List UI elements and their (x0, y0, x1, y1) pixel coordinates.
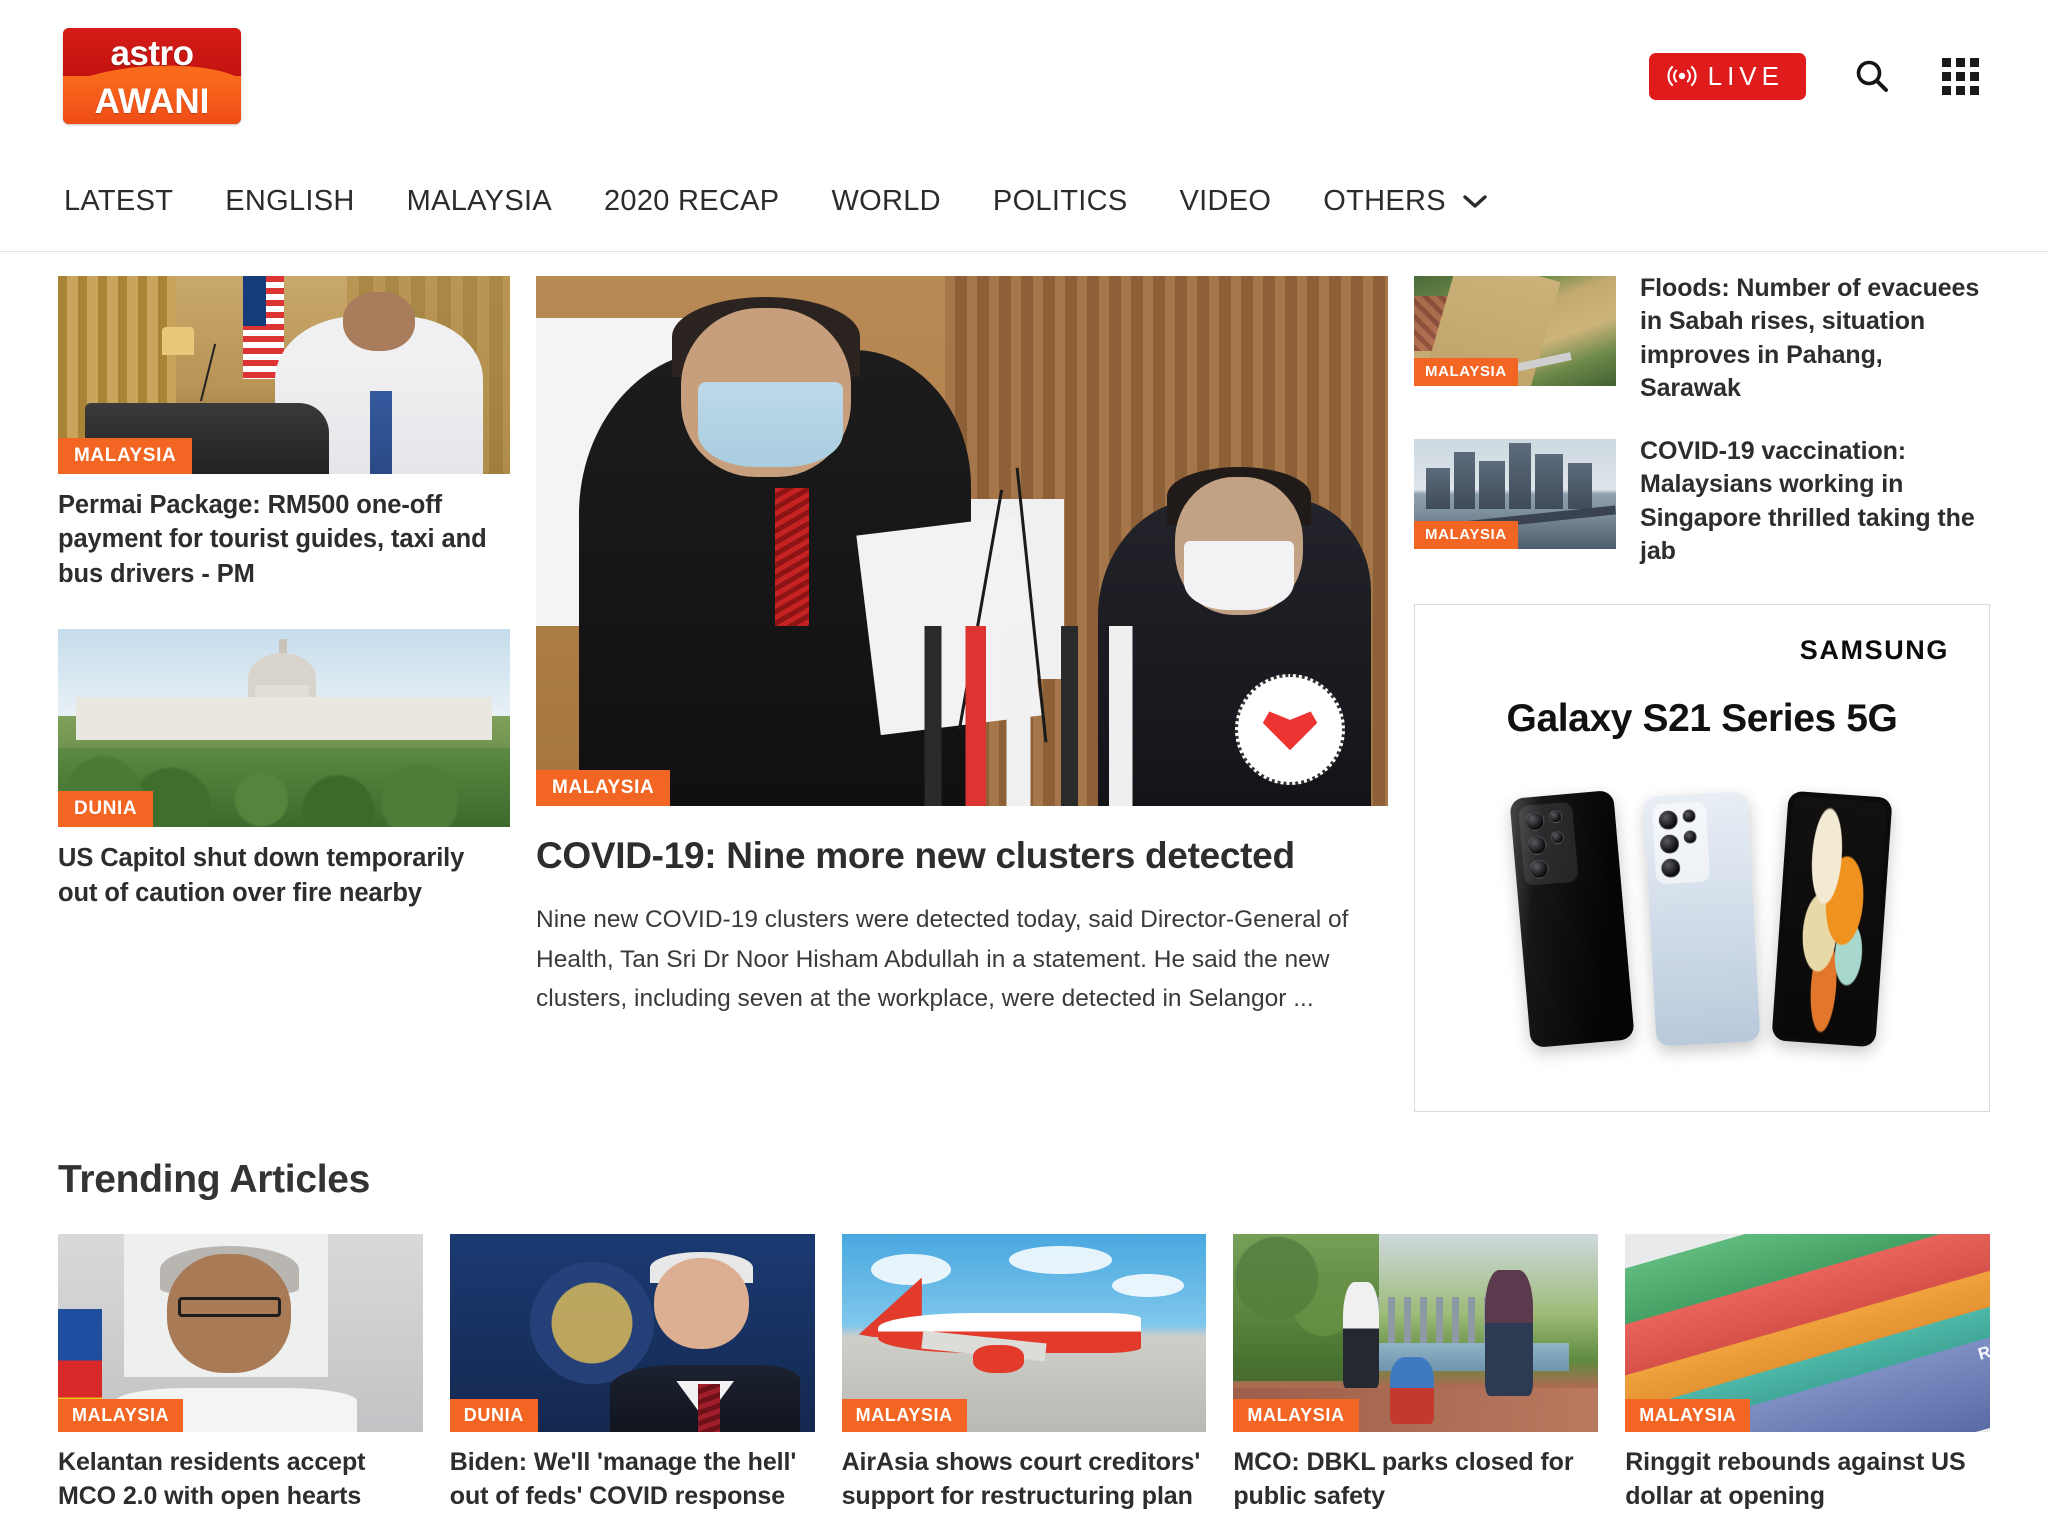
article-title[interactable]: Kelantan residents accept MCO 2.0 with o… (58, 1446, 423, 1513)
image-press-conference (536, 276, 1388, 806)
hero-article[interactable]: MALAYSIA COVID-19: Nine more new cluster… (536, 276, 1388, 1112)
hero-summary: Nine new COVID-19 clusters were detected… (536, 906, 1349, 1013)
site-header: astro AWANI LIVE (0, 0, 2048, 152)
nav-item-video[interactable]: VIDEO (1153, 181, 1297, 222)
article-thumbnail[interactable]: MALAYSIA (1233, 1234, 1599, 1432)
search-icon (1856, 60, 1888, 92)
logo-bottom-band: AWANI (63, 76, 241, 124)
hero-title[interactable]: COVID-19: Nine more new clusters detecte… (536, 832, 1388, 880)
trending-card-airasia[interactable]: MALAYSIA AirAsia shows court creditors' … (841, 1234, 1207, 1513)
nav-item-latest[interactable]: LATEST (58, 181, 199, 222)
article-title[interactable]: MCO: DBKL parks closed for public safety (1233, 1446, 1598, 1513)
nav-item-english[interactable]: ENGLISH (199, 181, 380, 222)
live-label: LIVE (1707, 61, 1784, 91)
article-title[interactable]: COVID-19 vaccination: Malaysians working… (1640, 435, 1990, 568)
article-card-vaccination[interactable]: MALAYSIA COVID-19 vaccination: Malaysian… (1414, 437, 1990, 568)
category-badge[interactable]: MALAYSIA (1414, 521, 1518, 549)
trending-grid: MALAYSIA Kelantan residents accept MCO 2… (58, 1234, 1990, 1513)
category-badge[interactable]: DUNIA (58, 791, 154, 828)
category-badge[interactable]: MALAYSIA (1625, 1399, 1751, 1432)
phone-black-back (1509, 789, 1635, 1049)
article-title[interactable]: US Capitol shut down temporarily out of … (58, 841, 510, 910)
note-label-10: RM 10 (1987, 1234, 1990, 1244)
search-button[interactable] (1850, 54, 1894, 98)
nav-list: LATEST ENGLISH MALAYSIA 2020 RECAP WORLD… (58, 181, 1514, 222)
nav-item-politics[interactable]: POLITICS (967, 181, 1154, 222)
article-title[interactable]: Floods: Number of evacuees in Sabah rise… (1640, 272, 1990, 405)
nav-item-malaysia[interactable]: MALAYSIA (381, 181, 578, 222)
article-title[interactable]: Biden: We'll 'manage the hell' out of fe… (450, 1446, 815, 1513)
nav-item-2020-recap[interactable]: 2020 RECAP (578, 181, 806, 222)
category-badge[interactable]: MALAYSIA (58, 438, 193, 474)
article-title[interactable]: Ringgit rebounds against US dollar at op… (1625, 1446, 1990, 1513)
article-thumbnail[interactable]: MALAYSIA (1414, 276, 1616, 386)
left-article-column: MALAYSIA Permai Package: RM500 one-off p… (58, 276, 510, 1112)
trending-section: Trending Articles MALAYSIA Kelantan resi… (0, 1112, 2048, 1513)
right-article-column: MALAYSIA Floods: Number of evacuees in S… (1414, 274, 1990, 1112)
advertisement-samsung[interactable]: SAMSUNG Galaxy S21 Series 5G (1414, 604, 1990, 1112)
trending-heading: Trending Articles (58, 1158, 371, 1201)
trending-card-ringgit[interactable]: RM 5 RM 10 RM 20 RM 50 RM 100 MALAYSIA R… (1625, 1234, 1990, 1513)
article-thumbnail[interactable]: DUNIA (58, 629, 510, 828)
nav-item-others[interactable]: OTHERS (1297, 181, 1514, 222)
article-card-floods[interactable]: MALAYSIA Floods: Number of evacuees in S… (1414, 274, 1990, 405)
astro-awani-logo[interactable]: astro AWANI (63, 28, 241, 124)
article-thumbnail[interactable]: MALAYSIA (58, 276, 510, 474)
category-badge[interactable]: MALAYSIA (1414, 358, 1518, 386)
article-card-us-capitol[interactable]: DUNIA US Capitol shut down temporarily o… (58, 629, 510, 910)
category-badge[interactable]: MALAYSIA (1233, 1399, 1359, 1432)
logo-bottom-text: AWANI (94, 81, 210, 121)
category-badge[interactable]: MALAYSIA (536, 770, 671, 806)
main-content: MALAYSIA Permai Package: RM500 one-off p… (0, 252, 2048, 1112)
article-card-permai[interactable]: MALAYSIA Permai Package: RM500 one-off p… (58, 276, 510, 591)
article-title[interactable]: Permai Package: RM500 one-off payment fo… (58, 488, 510, 591)
broadcast-icon (1667, 65, 1697, 87)
ad-product-image (1415, 765, 1989, 1073)
chevron-down-icon (1463, 194, 1487, 208)
header-actions: LIVE (1648, 52, 1990, 100)
article-thumbnail[interactable]: MALAYSIA (58, 1234, 423, 1432)
trending-card-dbkl-parks[interactable]: MALAYSIA MCO: DBKL parks closed for publ… (1233, 1234, 1599, 1513)
article-thumbnail[interactable]: MALAYSIA (841, 1234, 1207, 1432)
phone-silver-back (1643, 791, 1761, 1047)
apps-button[interactable] (1938, 54, 1982, 98)
ad-headline: Galaxy S21 Series 5G (1506, 697, 1898, 740)
article-thumbnail[interactable]: RM 5 RM 10 RM 20 RM 50 RM 100 MALAYSIA (1625, 1234, 1990, 1432)
article-title[interactable]: AirAsia shows court creditors' support f… (842, 1446, 1207, 1513)
article-thumbnail[interactable]: DUNIA (449, 1234, 815, 1432)
phone-front-display (1771, 790, 1893, 1048)
category-badge[interactable]: DUNIA (449, 1399, 538, 1432)
trending-card-kelantan[interactable]: MALAYSIA Kelantan residents accept MCO 2… (58, 1234, 423, 1513)
nav-item-world[interactable]: WORLD (805, 181, 966, 222)
logo-top-text: astro (110, 33, 194, 73)
main-navigation: LATEST ENGLISH MALAYSIA 2020 RECAP WORLD… (0, 152, 2048, 252)
trending-card-biden[interactable]: DUNIA Biden: We'll 'manage the hell' out… (449, 1234, 815, 1513)
hero-thumbnail[interactable]: MALAYSIA (536, 276, 1388, 806)
samsung-wordmark: SAMSUNG (1799, 635, 1949, 665)
nav-item-others-label: OTHERS (1323, 185, 1446, 217)
live-button[interactable]: LIVE (1648, 52, 1806, 100)
grid-apps-icon (1941, 57, 1979, 95)
category-badge[interactable]: MALAYSIA (841, 1399, 967, 1432)
category-badge[interactable]: MALAYSIA (58, 1399, 184, 1432)
article-thumbnail[interactable]: MALAYSIA (1414, 439, 1616, 549)
